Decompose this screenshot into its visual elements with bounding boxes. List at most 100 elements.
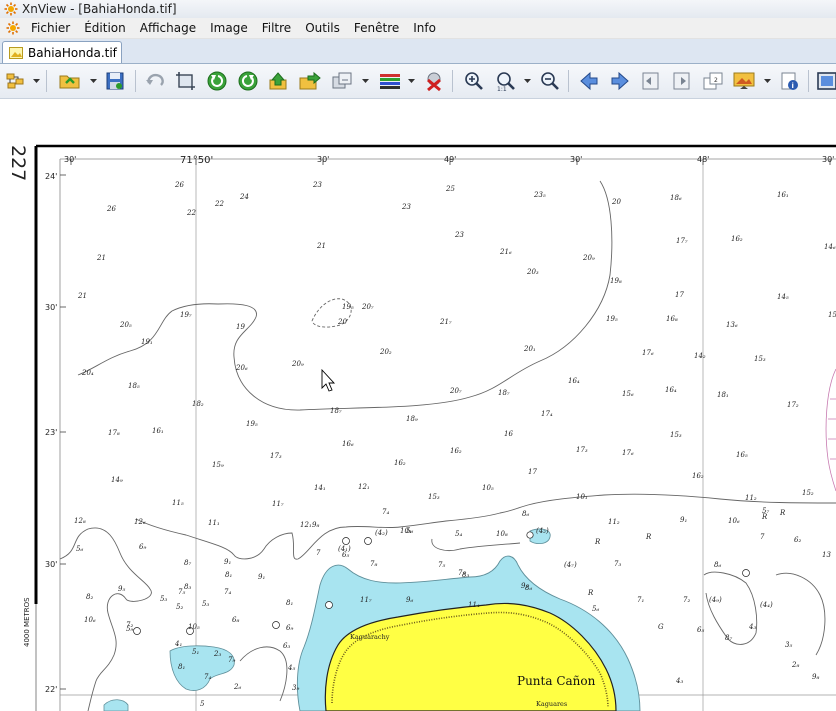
depth-sounding: 7₄ [224,588,231,596]
tab-bar: BahiaHonda.tif [0,39,836,64]
depth-sounding: R [645,533,652,541]
depth-sounding: 6₂ [794,536,801,544]
depth-sounding: 20₉ [291,360,304,368]
depth-sounding: 2₃ [213,650,221,658]
depth-sounding: 15₁ [828,311,836,319]
depth-sounding: 22 [214,200,224,208]
chevron-down-icon[interactable] [764,78,771,84]
depth-sounding: 18₂ [192,400,204,408]
rotate-right-icon[interactable] [236,70,260,92]
depth-sounding: 5₉ [126,625,133,633]
save-icon[interactable] [103,70,127,92]
crop-icon[interactable] [174,70,198,92]
rotate-left-icon[interactable] [205,70,229,92]
depth-sounding: 20₇ [361,303,374,311]
zoom-out-icon[interactable] [538,70,562,92]
depth-sounding: 19₅ [342,303,354,311]
depth-sounding: 5 [200,700,205,708]
tab-bahiahonda[interactable]: BahiaHonda.tif [2,41,122,63]
menu-fichier[interactable]: Fichier [24,21,77,35]
top-tick-label: 30' [822,155,834,164]
depth-sounding: 17 [675,291,684,299]
depth-sounding: 22 [186,209,196,217]
depth-sounding: 20₁ [523,345,536,353]
zoom-in-icon[interactable] [462,70,486,92]
place-name-punta-canon: Punta Cañon [517,674,596,688]
lat-tick-label: 24' [45,172,57,181]
depth-sounding: (4₄) [760,601,773,609]
depth-sounding: R [761,513,768,521]
depth-sounding: 14₂ [694,352,706,360]
depth-sounding: 20₅ [119,321,132,329]
depth-sounding: 21₆ [499,248,512,256]
fullscreen-icon[interactable] [815,70,836,92]
place-name-small: Kaguarachy [350,633,390,641]
depth-sounding: 7₂ [683,596,690,604]
depth-sounding: 4₃ [675,677,683,685]
menu-edition[interactable]: Édition [77,21,133,35]
depth-sounding: 8₁ [286,599,293,607]
depth-sounding: 19₅ [606,315,618,323]
delete-icon[interactable] [422,70,446,92]
image-viewport[interactable]: 4000 METROS 227 30' 71°50' 30' 49' 30' 4… [0,99,836,711]
depth-sounding: 10₅ [188,623,200,631]
depth-sounding: 5₄ [455,530,462,538]
depth-sounding: 7₅ [438,561,445,569]
depth-sounding: 17₃ [576,446,588,454]
depth-sounding: 9₁ [680,516,687,524]
depth-sounding: 4₁ [174,640,182,648]
menu-affichage[interactable]: Affichage [133,21,203,35]
depth-sounding: 17₄ [541,410,553,418]
slideshow-icon[interactable] [732,70,756,92]
depth-sounding: 9₂ [521,582,528,590]
zoom-fit-icon[interactable]: 1:1 [494,70,518,93]
depth-sounding: 23 [312,181,322,189]
depth-sounding: 21 [77,292,87,300]
last-image-icon[interactable] [670,70,694,92]
previous-image-icon[interactable] [577,70,601,92]
compass-rose-fragment [825,368,836,492]
undo-icon[interactable] [143,70,167,92]
depth-sounding: 15₃ [670,431,682,439]
depth-sounding: 9₈ [812,673,819,681]
up-folder-icon[interactable] [267,70,291,92]
depth-sounding: 13 [822,551,831,559]
xnview-menu-icon[interactable] [6,21,20,35]
depth-sounding: 7 [316,549,321,557]
depth-sounding: 2₈ [791,661,799,669]
depth-contour-5m [239,646,288,702]
menu-bar: Fichier Édition Affichage Image Filtre O… [0,18,836,39]
depth-sounding: 20₇ [449,387,462,395]
depth-sounding: 16₄ [568,377,580,385]
menu-image[interactable]: Image [203,21,255,35]
first-image-icon[interactable] [639,70,663,92]
menu-filtre[interactable]: Filtre [255,21,298,35]
depth-sounding: 3₉ [292,684,299,692]
menu-outils[interactable]: Outils [298,21,347,35]
multipage-icon[interactable]: 2 [701,70,725,92]
depth-sounding: 18₉ [406,415,418,423]
depth-sounding: 5₆ [406,527,413,535]
mouse-cursor-icon [321,368,336,392]
toolbar: 1:1 2 i [0,64,836,99]
menu-info[interactable]: Info [406,21,443,35]
menu-fenetre[interactable]: Fenêtre [347,21,406,35]
depth-sounding: 6₅ [697,626,704,634]
toolbar-separator [808,70,809,92]
chevron-down-icon[interactable] [90,78,97,84]
adjust-colors-icon[interactable] [378,70,402,92]
convert-icon[interactable] [330,70,354,92]
chevron-down-icon[interactable] [362,78,369,84]
chevron-down-icon[interactable] [408,78,415,84]
svg-text:i: i [792,82,794,90]
next-folder-icon[interactable] [298,70,322,92]
browser-icon[interactable] [4,70,28,92]
next-image-icon[interactable] [608,70,632,92]
chevron-down-icon[interactable] [524,78,531,84]
chevron-down-icon[interactable] [33,78,40,84]
depth-sounding: 17₂ [787,401,799,409]
depth-sounding: 17₆ [622,449,634,457]
open-folder-icon[interactable] [58,70,82,92]
depth-sounding: 8₇ [184,559,191,567]
info-icon[interactable]: i [778,70,802,92]
